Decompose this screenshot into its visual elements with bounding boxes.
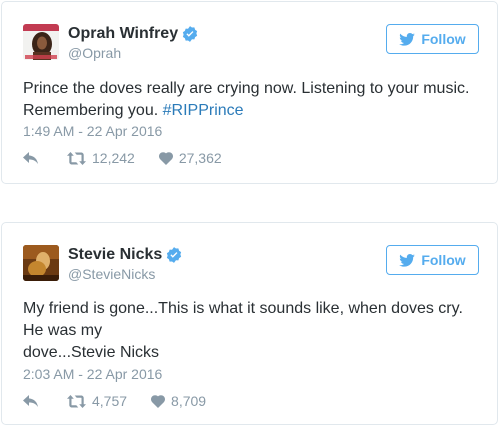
user-info: Oprah Winfrey @Oprah — [68, 25, 199, 62]
retweet-icon — [67, 151, 86, 165]
follow-button[interactable]: Follow — [386, 245, 479, 275]
tweet-actions: 12,242 27,362 — [23, 150, 246, 166]
reply-button[interactable] — [23, 394, 45, 408]
like-count: 8,709 — [171, 393, 207, 409]
reply-icon — [23, 151, 38, 164]
tweet-timestamp[interactable]: 1:49 AM - 22 Apr 2016 — [23, 123, 162, 139]
twitter-bird-icon — [399, 253, 416, 267]
heart-icon — [158, 151, 173, 165]
tweet-card-stevie: Stevie Nicks @StevieNicks Follow My frie… — [1, 222, 498, 425]
verified-badge-icon — [182, 26, 198, 42]
retweet-count: 12,242 — [92, 150, 135, 166]
hashtag-link[interactable]: #RIPPrince — [163, 102, 244, 119]
tweet-text-body: Prince the doves really are crying now. … — [23, 80, 470, 119]
retweet-button[interactable]: 12,242 — [67, 150, 135, 166]
user-handle[interactable]: @StevieNicks — [68, 265, 183, 283]
profile-photo-icon — [23, 24, 59, 60]
follow-button[interactable]: Follow — [386, 24, 479, 54]
like-button[interactable]: 8,709 — [151, 393, 206, 409]
tweet-timestamp[interactable]: 2:03 AM - 22 Apr 2016 — [23, 366, 162, 382]
twitter-bird-icon — [399, 32, 416, 46]
tweet-actions: 4,757 8,709 — [23, 393, 230, 409]
heart-icon — [151, 394, 166, 408]
like-button[interactable]: 27,362 — [158, 150, 222, 166]
tweet-card-oprah: Oprah Winfrey @Oprah Follow Prince the d… — [1, 1, 498, 184]
tweet-text: My friend is gone...This is what it soun… — [23, 298, 477, 364]
reply-button[interactable] — [23, 151, 45, 165]
user-handle[interactable]: @Oprah — [68, 44, 199, 62]
avatar-oprah[interactable] — [23, 24, 59, 60]
tweet-text: Prince the doves really are crying now. … — [23, 78, 477, 122]
user-info: Stevie Nicks @StevieNicks — [68, 246, 183, 283]
tweet-text-line-1: My friend is gone...This is what it soun… — [23, 300, 463, 339]
follow-label: Follow — [421, 31, 466, 47]
follow-label: Follow — [421, 252, 466, 268]
verified-badge-icon — [167, 247, 182, 263]
retweet-icon — [67, 394, 86, 408]
avatar-stevie[interactable] — [23, 245, 59, 281]
like-count: 27,362 — [178, 150, 222, 166]
profile-photo-icon — [23, 245, 59, 281]
display-name[interactable]: Stevie Nicks — [68, 246, 162, 264]
display-name[interactable]: Oprah Winfrey — [68, 25, 178, 43]
tweet-text-line-2: dove...Stevie Nicks — [23, 344, 160, 361]
retweet-count: 4,757 — [92, 393, 128, 409]
reply-icon — [23, 394, 38, 407]
retweet-button[interactable]: 4,757 — [67, 393, 127, 409]
